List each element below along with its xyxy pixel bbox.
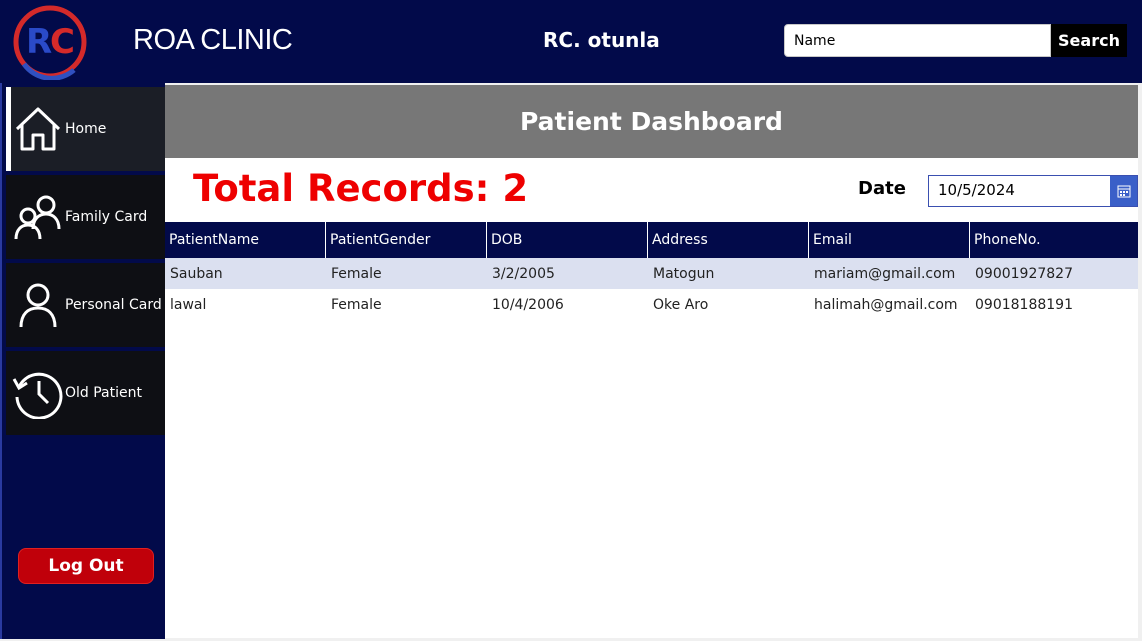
column-header-phone[interactable]: PhoneNo. — [970, 222, 1138, 258]
column-header-dob[interactable]: DOB — [487, 222, 648, 258]
search-input[interactable] — [784, 24, 1051, 57]
cell-email: mariam@gmail.com — [814, 265, 956, 282]
date-value[interactable]: 10/5/2024 — [938, 181, 1015, 199]
sidebar-item-label: Home — [65, 121, 107, 137]
svg-text:R: R — [26, 22, 52, 62]
table-header: PatientName PatientGender DOB Address Em… — [165, 222, 1138, 258]
sidebar-item-old-patient[interactable]: Old Patient — [6, 351, 166, 435]
column-header-patient-name[interactable]: PatientName — [165, 222, 326, 258]
column-header-address[interactable]: Address — [648, 222, 809, 258]
calendar-button[interactable] — [1110, 176, 1137, 206]
patient-table: PatientName PatientGender DOB Address Em… — [165, 222, 1138, 320]
cell-patient-gender: Female — [331, 265, 382, 282]
cell-dob: 10/4/2006 — [492, 296, 564, 313]
table-row[interactable]: lawal Female 10/4/2006 Oke Aro halimah@g… — [165, 289, 1138, 320]
sidebar-item-label: Old Patient — [65, 385, 142, 401]
dashboard-header: Patient Dashboard — [165, 85, 1138, 158]
sidebar: Home Family Card Personal Card Old Patie… — [0, 83, 166, 639]
svg-text:C: C — [50, 22, 75, 62]
page-title: Patient Dashboard — [520, 107, 783, 136]
top-header: R C ROA CLINIC RC. otunla Search — [0, 0, 1142, 83]
cell-email: halimah@gmail.com — [814, 296, 958, 313]
cell-address: Oke Aro — [653, 296, 709, 313]
cell-phone: 09001927827 — [975, 265, 1073, 282]
date-label: Date — [858, 178, 906, 199]
column-header-email[interactable]: Email — [809, 222, 970, 258]
clinic-logo: R C — [13, 5, 87, 80]
user-name: RC. otunla — [543, 28, 660, 52]
calendar-icon — [1117, 185, 1130, 198]
logout-button[interactable]: Log Out — [18, 548, 154, 584]
total-records: Total Records: 2 — [193, 167, 529, 210]
family-icon — [14, 195, 61, 240]
cell-address: Matogun — [653, 265, 715, 282]
main-content: Patient Dashboard Total Records: 2 Date … — [165, 85, 1138, 638]
cell-patient-name: lawal — [170, 296, 207, 313]
column-header-patient-gender[interactable]: PatientGender — [326, 222, 487, 258]
person-icon — [19, 283, 57, 328]
app-title: ROA CLINIC — [133, 24, 293, 56]
cell-dob: 3/2/2005 — [492, 265, 555, 282]
app-window: R C ROA CLINIC RC. otunla Search Home Fa… — [0, 0, 1142, 641]
search-button[interactable]: Search — [1051, 24, 1127, 57]
table-row[interactable]: Sauban Female 3/2/2005 Matogun mariam@gm… — [165, 258, 1138, 289]
history-icon — [12, 372, 63, 419]
cell-patient-name: Sauban — [170, 265, 223, 282]
sidebar-item-personal-card[interactable]: Personal Card — [6, 263, 166, 347]
date-picker[interactable]: 10/5/2024 — [928, 175, 1138, 207]
cell-phone: 09018188191 — [975, 296, 1073, 313]
home-icon — [15, 107, 61, 151]
sidebar-item-family-card[interactable]: Family Card — [6, 175, 166, 259]
sidebar-item-label: Personal Card — [65, 297, 162, 313]
sidebar-item-home[interactable]: Home — [6, 87, 166, 171]
sidebar-item-label: Family Card — [65, 209, 148, 225]
cell-patient-gender: Female — [331, 296, 382, 313]
